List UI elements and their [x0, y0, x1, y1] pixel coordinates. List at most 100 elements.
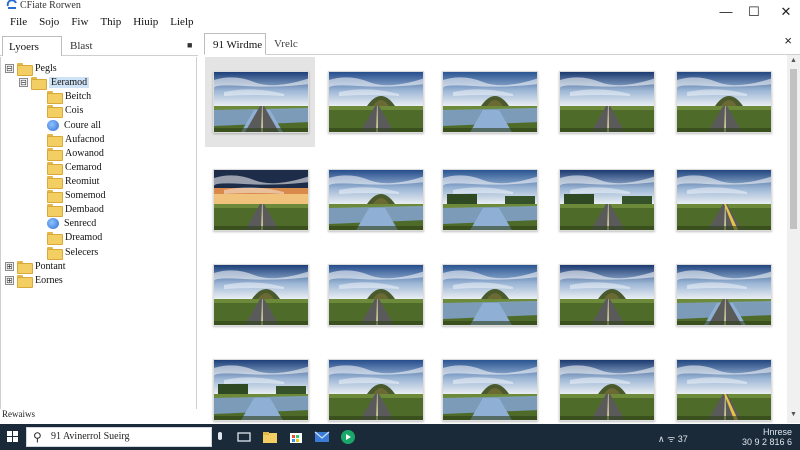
tree-node[interactable]: ⊟ Eeramod — [19, 75, 90, 90]
tab-wirdme[interactable]: 91 Wirdme — [204, 33, 266, 55]
tree-node[interactable]: Somemod — [37, 188, 106, 203]
tree-node[interactable]: Cemarod — [37, 160, 102, 175]
folder-icon — [47, 133, 63, 147]
tab-blast[interactable]: Blast — [64, 36, 184, 56]
thumbnail-image — [676, 169, 772, 231]
tree-node[interactable]: Reomiut — [37, 174, 100, 189]
folder-icon — [47, 246, 63, 260]
thumbnail-image — [328, 71, 424, 133]
tree-node[interactable]: Cois — [37, 103, 84, 118]
menu-sojo[interactable]: Sojo — [33, 14, 65, 32]
thumbnail-item[interactable] — [320, 345, 430, 435]
task-view-icon[interactable] — [236, 429, 252, 445]
taskbar-search[interactable]: ⚲ 91 Avinerrol Sueirg — [26, 427, 212, 447]
thumbnail-item[interactable] — [668, 155, 778, 245]
tree-node[interactable]: Beitch — [37, 89, 91, 104]
folder-icon — [31, 76, 47, 90]
scroll-up-icon[interactable]: ▲ — [790, 57, 797, 64]
tree-node[interactable]: Coure all — [37, 118, 101, 132]
title-bar: CFiate Rorwen — ☐ ✕ — [0, 0, 800, 19]
thumbnail-item[interactable] — [434, 250, 544, 340]
search-icon: ⚲ — [33, 430, 42, 444]
menu-file[interactable]: File — [4, 14, 33, 32]
tree-node[interactable]: ⊞ Eornes — [5, 273, 63, 288]
thumbnail-item[interactable] — [668, 57, 778, 147]
clock-line-2: 30 9 2 816 6 — [741, 437, 792, 447]
file-explorer-icon[interactable] — [262, 429, 278, 445]
tree-node-label: Reomiut — [65, 175, 100, 187]
left-panel-tabs: Lyoers Blast ■ — [0, 36, 198, 56]
tree-node-label: Coure all — [64, 119, 101, 131]
thumbnail-item[interactable] — [551, 250, 661, 340]
folder-icon — [47, 161, 63, 175]
thumbnail-item[interactable] — [205, 345, 315, 435]
menu-bar: File Sojo Fiw Thip Hiuip Lielp — [0, 14, 800, 32]
tree-node-label: Aowanod — [65, 147, 104, 159]
thumbnail-item[interactable] — [320, 155, 430, 245]
thumbnail-image — [676, 264, 772, 326]
thumbnail-item[interactable] — [434, 57, 544, 147]
tree-node[interactable]: Selecers — [37, 245, 98, 260]
folder-icon — [47, 203, 63, 217]
thumbnail-image — [676, 359, 772, 421]
folder-icon — [47, 104, 63, 118]
thumbnail-item[interactable] — [668, 250, 778, 340]
tree-node[interactable]: ⊟ Pegls — [5, 61, 57, 76]
thumbnail-item[interactable] — [551, 345, 661, 435]
drive-icon — [47, 119, 59, 131]
thumbnail-item[interactable] — [320, 57, 430, 147]
app-icon — [6, 0, 17, 9]
tree-node[interactable]: Senrecd — [37, 216, 96, 230]
thumbnail-image — [213, 71, 309, 133]
tray-icons[interactable]: ∧ ᯤ 37 — [658, 432, 688, 445]
thumbnail-item[interactable] — [668, 345, 778, 435]
media-app-icon[interactable] — [340, 429, 356, 445]
menu-fiw[interactable]: Fiw — [65, 14, 94, 32]
folder-icon — [47, 231, 63, 245]
store-icon[interactable] — [288, 429, 304, 445]
tree-node[interactable]: Dreamod — [37, 230, 102, 245]
tree-node-label: Cois — [65, 104, 84, 116]
scroll-down-icon[interactable]: ▼ — [790, 411, 797, 418]
thumbnail-item[interactable] — [205, 57, 315, 147]
thumbnail-image — [442, 169, 538, 231]
thumbnail-item[interactable] — [551, 155, 661, 245]
tree-node[interactable]: ⊞ Pontant — [5, 259, 66, 274]
thumbnail-item[interactable] — [320, 250, 430, 340]
close-tab-icon[interactable]: × — [784, 33, 792, 48]
pin-icon[interactable]: ■ — [187, 40, 192, 50]
menu-hiuip[interactable]: Hiuip — [127, 14, 164, 32]
system-clock[interactable]: Hnrese 30 9 2 816 6 — [742, 427, 792, 447]
folder-icon — [17, 62, 33, 76]
thumbnail-image — [213, 264, 309, 326]
tree-node[interactable]: Dembaod — [37, 202, 104, 217]
tree-expander-icon[interactable]: ⊟ — [5, 63, 14, 73]
status-text: Rewaiws — [2, 409, 35, 419]
mail-icon[interactable] — [314, 429, 330, 445]
thumbnail-item[interactable] — [551, 57, 661, 147]
menu-thip[interactable]: Thip — [94, 14, 127, 32]
scroll-thumb[interactable] — [790, 69, 797, 229]
thumbnail-item[interactable] — [434, 155, 544, 245]
thumbnail-image — [442, 71, 538, 133]
thumbnail-image — [442, 359, 538, 421]
tree-expander-icon[interactable]: ⊞ — [5, 261, 14, 271]
tree-expander-icon[interactable]: ⊞ — [5, 275, 14, 285]
thumbnail-image — [559, 359, 655, 421]
windows-start-icon[interactable] — [2, 424, 24, 450]
folder-tree: ⊟ Pegls ⊟ Eeramod Beitch Cois Coure all Aufacno… — [0, 57, 197, 409]
thumbnail-item[interactable] — [205, 250, 315, 340]
tab-lyoers[interactable]: Lyoers — [2, 36, 62, 56]
folder-icon — [47, 90, 63, 104]
tree-node[interactable]: Aowanod — [37, 146, 104, 161]
thumbnail-item[interactable] — [434, 345, 544, 435]
tab-vrelc[interactable]: Vrelc — [266, 33, 326, 55]
mic-icon[interactable] — [212, 429, 228, 445]
thumbnail-image — [442, 264, 538, 326]
tree-node[interactable]: Aufacnod — [37, 132, 104, 147]
thumbnail-item[interactable] — [205, 155, 315, 245]
search-input-text: 91 Avinerrol Sueirg — [51, 431, 130, 442]
menu-lielp[interactable]: Lielp — [164, 14, 199, 32]
vertical-scrollbar[interactable]: ▲ ▼ — [787, 55, 800, 423]
tree-expander-icon[interactable]: ⊟ — [19, 77, 28, 87]
